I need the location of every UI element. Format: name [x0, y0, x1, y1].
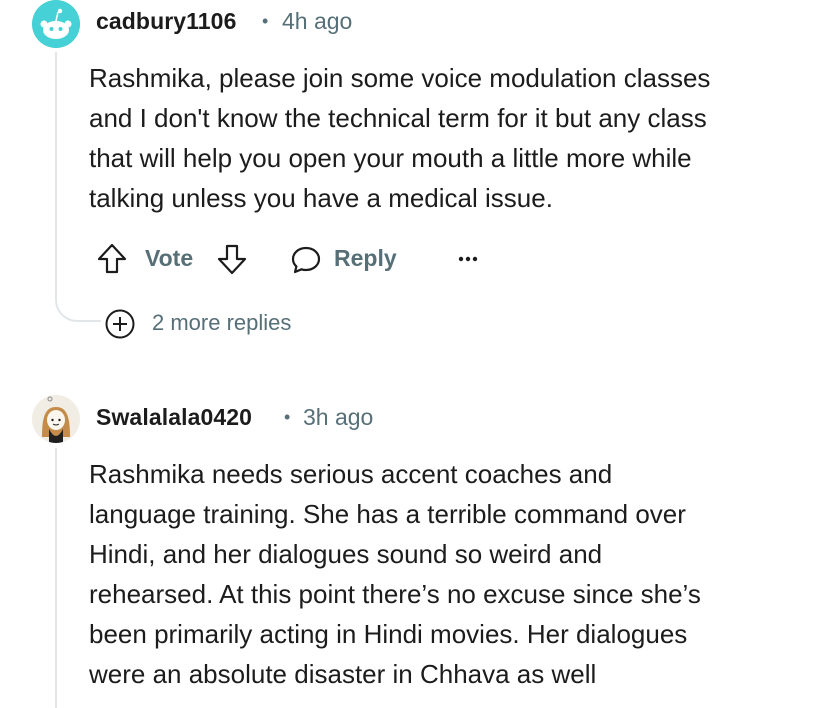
arrow-down-icon [217, 244, 247, 275]
comment-line: talking unless you have a medical issue. [89, 183, 553, 213]
comment-timestamp[interactable]: 3h ago [303, 404, 373, 431]
comment-line: and I don't know the technical term for … [89, 103, 707, 133]
reply-button[interactable]: Reply [288, 240, 408, 278]
comment-username[interactable]: cadbury1106 [96, 8, 236, 35]
arrow-up-icon [97, 243, 127, 274]
comment-line: been primarily acting in Hindi movies. H… [89, 619, 688, 649]
meta-separator: • [262, 11, 269, 31]
comment-body: Rashmika, please join some voice modulat… [89, 58, 809, 218]
reply-label: Reply [334, 245, 397, 271]
overflow-dots-icon [458, 256, 478, 262]
speech-bubble-icon [291, 246, 321, 274]
avatar[interactable] [32, 395, 80, 443]
comment-line: rehearsed. At this point there’s no excu… [89, 579, 701, 609]
upvote-button[interactable] [96, 242, 128, 276]
comment-timestamp[interactable]: 4h ago [282, 8, 352, 35]
plus-circle-icon [105, 309, 135, 339]
comment-line: language training. She has a terrible co… [89, 499, 686, 529]
comment-line: were an absolute disaster in Chhava as w… [89, 659, 597, 689]
meta-separator: • [284, 407, 291, 427]
comment-line: that will help you open your mouth a lit… [89, 143, 692, 173]
comment-body: Rashmika needs serious accent coaches an… [89, 454, 809, 694]
user-avatar-icon [32, 395, 80, 443]
thread-curve-1 [55, 278, 101, 322]
comment-line: Hindi, and her dialogues sound so weird … [89, 539, 603, 569]
avatar[interactable] [32, 0, 80, 48]
thread-line-2 [55, 448, 57, 708]
more-replies-label: 2 more replies [152, 310, 292, 335]
more-replies-button[interactable]: 2 more replies [104, 306, 324, 340]
comment-username[interactable]: Swalalala0420 [96, 404, 252, 431]
more-options-button[interactable] [450, 246, 486, 272]
comment-line: Rashmika, please join some voice modulat… [89, 63, 711, 93]
downvote-button[interactable] [216, 242, 248, 276]
thread-line-1 [55, 52, 57, 280]
snoo-avatar-icon [32, 0, 80, 48]
comment-line: Rashmika needs serious accent coaches an… [89, 459, 613, 489]
vote-label: Vote [145, 245, 194, 271]
